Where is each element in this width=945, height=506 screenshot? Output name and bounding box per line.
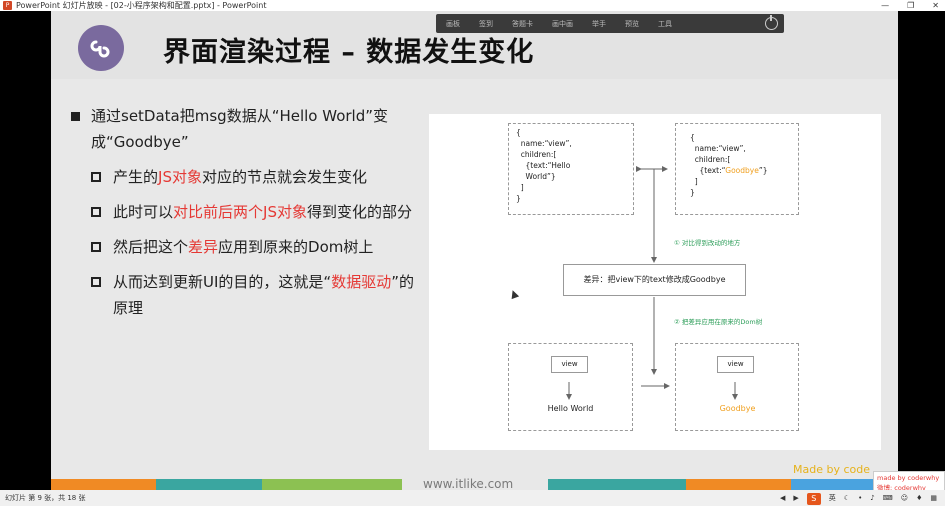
powerpoint-icon: P <box>3 1 12 10</box>
minimize-button[interactable]: — <box>881 0 889 11</box>
new-text-node: Goodbye <box>719 404 756 413</box>
box-bullet-icon <box>91 277 101 287</box>
mic-icon[interactable]: ♪ <box>870 490 874 506</box>
slide-title: 界面渲染过程 – 数据发生变化 <box>163 37 535 68</box>
bullet-list: 通过setData把msg数据从“Hello World”变成“Goodbye”… <box>71 103 421 321</box>
window-titlebar: P PowerPoint 幻灯片放映 - [02-小程序架构和配置.pptx] … <box>0 0 945 11</box>
step1-label: ① 对比得到改动的地方 <box>674 239 741 247</box>
slide: 界面渲染过程 – 数据发生变化 画板 签到 答题卡 画中画 举手 预览 工具 通… <box>51 11 898 490</box>
bullet-sub-3-a: 然后把这个 <box>113 238 189 256</box>
old-view-node: view <box>551 356 588 373</box>
toolbar-item-tools[interactable]: 工具 <box>658 19 672 29</box>
bullet-sub-1-a: 产生的 <box>113 168 159 186</box>
toolbar-item-pip[interactable]: 画中画 <box>552 19 573 29</box>
bullet-sub-2-a: 此时可以 <box>113 203 174 221</box>
band-segment <box>686 479 791 490</box>
bullet-sub-1-highlight: JS对象 <box>158 168 202 186</box>
bullet-sub-1-b: 对应的节点就会发生变化 <box>201 168 367 186</box>
new-view-node: view <box>717 356 754 373</box>
old-text-node: Hello World <box>547 404 594 413</box>
grid-icon[interactable]: ▦ <box>930 490 937 506</box>
bullet-sub-3-b: 应用到原来的Dom树上 <box>218 238 374 256</box>
band-segment <box>51 479 156 490</box>
site-url: www.itlike.com <box>423 477 514 490</box>
moon-icon[interactable]: ☾ <box>844 490 850 506</box>
prev-slide-icon[interactable]: ◀ <box>780 490 785 506</box>
box-bullet-icon <box>91 172 101 182</box>
window-controls: — ❐ ✕ <box>881 0 939 11</box>
bullet-sub-3: 然后把这个差异应用到原来的Dom树上 <box>71 234 421 260</box>
status-bar: 幻灯片 第 9 张，共 18 张 ◀ ▶ S 英 ☾ • ♪ ⌨ ☺ ♦ ▦ <box>0 490 945 506</box>
keyboard-icon[interactable]: ⌨ <box>883 490 893 506</box>
user-icon[interactable]: ☺ <box>901 490 908 506</box>
box-bullet-icon <box>91 242 101 252</box>
watermark-line-1: made by coderwhy <box>877 474 940 482</box>
sogou-ime-icon[interactable]: S <box>806 493 821 505</box>
bullet-sub-2: 此时可以对比前后两个JS对象得到变化的部分 <box>71 199 421 225</box>
bullet-sub-2-highlight: 对比前后两个JS对象 <box>173 203 307 221</box>
render-diagram: { name:“view”, children:[ {text:“Hello W… <box>429 114 881 450</box>
toolbar-item-raise-hand[interactable]: 举手 <box>592 19 606 29</box>
band-segment <box>156 479 262 490</box>
bullet-main-text: 通过setData把msg数据从“Hello World”变成“Goodbye” <box>91 107 389 151</box>
slide-counter: 幻灯片 第 9 张，共 18 张 <box>5 494 86 502</box>
shirt-icon[interactable]: ♦ <box>916 490 922 506</box>
bullet-sub-3-highlight: 差异 <box>188 238 219 256</box>
next-slide-icon[interactable]: ▶ <box>793 490 798 506</box>
bullet-sub-4-a: 从而达到更新UI的目的，这就是“ <box>113 273 332 291</box>
bullet-sub-2-b: 得到变化的部分 <box>306 203 412 221</box>
bullet-sub-4: 从而达到更新UI的目的，这就是“数据驱动”的原理 <box>71 269 421 321</box>
bullet-sub-1: 产生的JS对象对应的节点就会发生变化 <box>71 164 421 190</box>
punctuation-icon[interactable]: • <box>858 490 862 506</box>
band-segment <box>262 479 402 490</box>
toolbar-item-answer[interactable]: 答题卡 <box>512 19 533 29</box>
slideshow-area: 界面渲染过程 – 数据发生变化 画板 签到 答题卡 画中画 举手 预览 工具 通… <box>0 11 945 495</box>
window-title: PowerPoint 幻灯片放映 - [02-小程序架构和配置.pptx] - … <box>16 1 267 10</box>
ime-language[interactable]: 英 <box>829 490 836 506</box>
band-segment <box>548 479 686 490</box>
miniprogram-logo-icon <box>78 25 124 71</box>
system-tray: ◀ ▶ S 英 ☾ • ♪ ⌨ ☺ ♦ ▦ <box>780 490 937 506</box>
toolbar-item-checkin[interactable]: 签到 <box>479 19 493 29</box>
step2-label: ② 把差异应用在原来的Dom树 <box>674 318 763 326</box>
square-bullet-icon <box>71 112 80 121</box>
presenter-toolbar: 画板 签到 答题卡 画中画 举手 预览 工具 <box>436 14 784 33</box>
toolbar-item-draw[interactable]: 画板 <box>446 19 460 29</box>
close-button[interactable]: ✕ <box>932 0 939 11</box>
box-bullet-icon <box>91 207 101 217</box>
bullet-sub-4-highlight: 数据驱动 <box>331 273 392 291</box>
diff-box: 差异：把view下的text修改成Goodbye <box>563 264 746 296</box>
toolbar-item-preview[interactable]: 预览 <box>625 19 639 29</box>
restore-button[interactable]: ❐ <box>907 0 914 11</box>
power-icon[interactable] <box>765 15 778 30</box>
bullet-main: 通过setData把msg数据从“Hello World”变成“Goodbye” <box>71 103 421 155</box>
made-by-label: Made by code <box>793 463 870 476</box>
